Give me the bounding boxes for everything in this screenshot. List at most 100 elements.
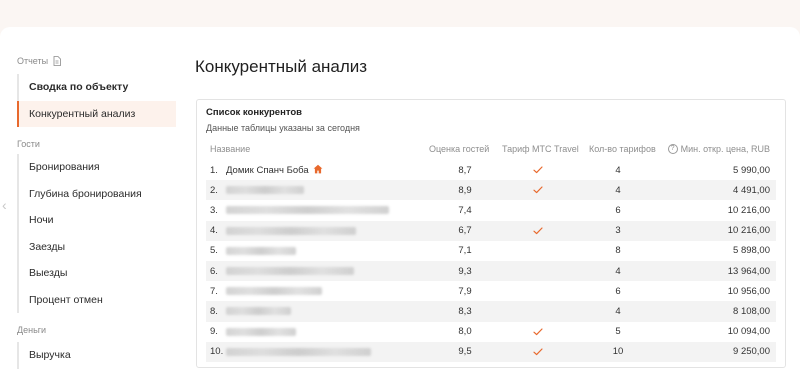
competitors-card: Список конкурентов Данные таблицы указан… bbox=[196, 99, 786, 368]
sidebar-item-revenue[interactable]: Выручка bbox=[19, 342, 176, 369]
tariff-cell bbox=[526, 241, 550, 261]
tariff-cell bbox=[526, 342, 550, 362]
table-row[interactable]: 10. 9,5 10 9 250,00 bbox=[206, 341, 776, 362]
document-icon bbox=[53, 56, 62, 66]
hotel-name[interactable] bbox=[226, 281, 322, 301]
tariff-count: 4 bbox=[615, 184, 621, 196]
sidebar-group-label: Гости bbox=[17, 139, 40, 149]
min-price: 5 898,00 bbox=[733, 245, 770, 257]
check-icon bbox=[533, 227, 543, 235]
guest-rating: 8,9 bbox=[458, 184, 472, 196]
sidebar-item-booking-depth[interactable]: Глубина бронирования bbox=[19, 181, 176, 208]
column-header-name[interactable]: Название bbox=[210, 144, 250, 154]
tariff-count: 4 bbox=[615, 164, 621, 176]
table-row[interactable]: 8. 8,3 4 8 108,00 bbox=[206, 301, 776, 322]
table-row[interactable]: 5. 7,1 8 5 898,00 bbox=[206, 241, 776, 261]
tariff-count: 8 bbox=[615, 245, 621, 257]
hotel-name[interactable] bbox=[226, 200, 389, 220]
row-number: 5. bbox=[210, 245, 218, 257]
sidebar-group-label: Деньги bbox=[17, 325, 47, 335]
min-price: 10 216,00 bbox=[727, 225, 770, 237]
table-row[interactable]: 9. 8,0 5 10 094,00 bbox=[206, 322, 776, 342]
redacted-hotel-name bbox=[226, 347, 371, 356]
guest-rating: 7,9 bbox=[458, 285, 472, 297]
guest-rating: 8,7 bbox=[458, 164, 472, 176]
question-circle-icon[interactable]: ? bbox=[667, 144, 678, 154]
hotel-name[interactable] bbox=[226, 241, 296, 261]
table-row[interactable]: 3. 7,4 6 10 216,00 bbox=[206, 200, 776, 220]
card-subtitle: Данные таблицы указаны за сегодня bbox=[206, 123, 360, 133]
tariff-cell bbox=[526, 160, 550, 180]
hotel-name[interactable] bbox=[226, 301, 291, 321]
table-row[interactable]: 7. 7,9 6 10 956,00 bbox=[206, 281, 776, 301]
row-number: 10. bbox=[210, 346, 224, 358]
sidebar-item-label: Выезды bbox=[29, 267, 68, 280]
column-header-count[interactable]: Кол-во тарифов bbox=[589, 144, 656, 154]
sidebar-item-check-outs[interactable]: Выезды bbox=[19, 260, 176, 287]
guest-rating: 8,3 bbox=[458, 305, 472, 317]
redacted-hotel-name bbox=[226, 186, 304, 195]
min-price: 9 250,00 bbox=[733, 346, 770, 358]
sidebar-item-cancellation-rate[interactable]: Процент отмен bbox=[19, 287, 176, 314]
tariff-cell bbox=[526, 322, 550, 342]
sidebar-group-label: Отчеты bbox=[17, 56, 49, 66]
guest-rating: 9,3 bbox=[458, 265, 472, 277]
sidebar: Отчеты Сводка по объекту Конкурентный ан… bbox=[0, 27, 185, 380]
sidebar-item-label: Процент отмен bbox=[29, 293, 103, 306]
card-title: Список конкурентов bbox=[206, 107, 302, 118]
min-price: 10 956,00 bbox=[727, 285, 770, 297]
redacted-hotel-name bbox=[226, 307, 291, 316]
table-row[interactable]: 4. 6,7 3 10 216,00 bbox=[206, 220, 776, 241]
row-number: 3. bbox=[210, 204, 218, 216]
tariff-count: 6 bbox=[615, 285, 621, 297]
column-header-rating[interactable]: Оценка гостей bbox=[429, 144, 489, 154]
sidebar-item-nights[interactable]: Ночи bbox=[19, 207, 176, 234]
guest-rating: 7,4 bbox=[458, 204, 472, 216]
row-number: 6. bbox=[210, 265, 218, 277]
guest-rating: 7,1 bbox=[458, 245, 472, 257]
sidebar-item-competitive-analysis[interactable]: Конкурентный анализ bbox=[17, 100, 176, 127]
hotel-name[interactable] bbox=[226, 261, 354, 281]
table-row[interactable]: 6. 9,3 4 13 964,00 bbox=[206, 260, 776, 282]
table-header: Название Оценка гостей Тариф МТС Travel … bbox=[206, 144, 776, 158]
hotel-name[interactable] bbox=[226, 180, 304, 200]
column-header-price-label: Мин. откр. цена, RUB bbox=[680, 144, 770, 154]
sidebar-group-reports: Отчеты bbox=[17, 56, 62, 66]
sidebar-item-label: Ночи bbox=[29, 214, 54, 227]
check-icon bbox=[533, 186, 543, 194]
row-number: 9. bbox=[210, 326, 218, 338]
table-body: 1. Домик Спанч Боба 8,7 4 5 990,00 2. 8,9 4 4 49… bbox=[206, 160, 776, 362]
min-price: 8 108,00 bbox=[733, 305, 770, 317]
tariff-count: 3 bbox=[615, 225, 621, 237]
redacted-hotel-name bbox=[226, 287, 322, 296]
min-price: 13 964,00 bbox=[727, 265, 770, 277]
hotel-name[interactable] bbox=[226, 342, 371, 362]
tariff-cell bbox=[526, 301, 550, 321]
table-row[interactable]: 1. Домик Спанч Боба 8,7 4 5 990,00 bbox=[206, 160, 776, 180]
row-number: 2. bbox=[210, 184, 218, 196]
sidebar-item-label: Бронирования bbox=[29, 161, 100, 174]
tariff-cell bbox=[526, 221, 550, 241]
guest-rating: 9,5 bbox=[458, 346, 472, 358]
min-price: 4 491,00 bbox=[733, 184, 770, 196]
guest-rating: 6,7 bbox=[458, 225, 472, 237]
tariff-count: 5 bbox=[615, 326, 621, 338]
redacted-hotel-name bbox=[226, 327, 296, 336]
sidebar-item-bookings[interactable]: Бронирования bbox=[19, 154, 176, 181]
row-number: 1. bbox=[210, 164, 218, 176]
column-header-price[interactable]: ? Мин. откр. цена, RUB bbox=[667, 144, 770, 154]
table-row[interactable]: 2. 8,9 4 4 491,00 bbox=[206, 180, 776, 201]
hotel-name[interactable] bbox=[226, 322, 296, 342]
row-number: 7. bbox=[210, 285, 218, 297]
sidebar-nav-reports: Сводка по объекту Конкурентный анализ bbox=[17, 74, 176, 127]
tariff-count: 6 bbox=[615, 204, 621, 216]
hotel-name[interactable] bbox=[226, 221, 356, 241]
sidebar-item-object-summary[interactable]: Сводка по объекту bbox=[19, 74, 176, 101]
column-header-tariff[interactable]: Тариф МТС Travel bbox=[502, 144, 579, 154]
hotel-name[interactable]: Домик Спанч Боба bbox=[226, 160, 323, 180]
tariff-count: 4 bbox=[615, 305, 621, 317]
tariff-cell bbox=[526, 281, 550, 301]
sidebar-item-check-ins[interactable]: Заезды bbox=[19, 234, 176, 261]
tariff-count: 4 bbox=[615, 265, 621, 277]
sidebar-nav-guests: Бронирования Глубина бронирования Ночи З… bbox=[17, 154, 176, 313]
